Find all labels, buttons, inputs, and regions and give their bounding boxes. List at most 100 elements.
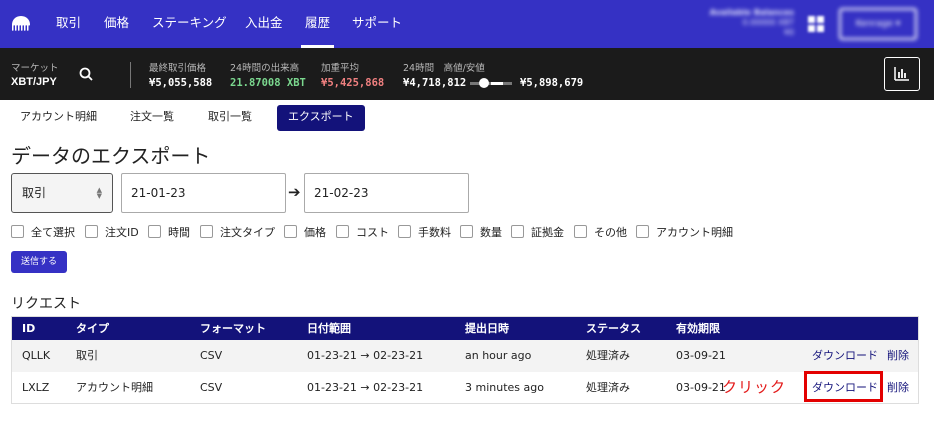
checkbox-label: 手数料: [418, 226, 451, 239]
nav-history[interactable]: 履歴: [300, 0, 335, 48]
nav-staking[interactable]: ステーキング: [152, 0, 227, 48]
checkbox-label: その他: [594, 226, 627, 239]
checkbox-price[interactable]: 価格: [284, 225, 326, 239]
row-expires: 03-09-21: [676, 381, 726, 394]
checkbox-box[interactable]: [85, 225, 98, 238]
click-highlight-box: [804, 371, 883, 402]
checkbox-box[interactable]: [636, 225, 649, 238]
table-header: ID タイプ フォーマット 日付範囲 提出日時 ステータス 有効期限: [12, 317, 918, 340]
checkbox-box[interactable]: [200, 225, 213, 238]
col-date-range: 日付範囲: [307, 322, 351, 335]
row-status: 処理済み: [586, 349, 630, 362]
range-segment: [491, 82, 503, 85]
volume-label: 24時間の出来高: [230, 63, 300, 74]
balance-label: Available Balances: [709, 8, 794, 17]
checkbox-box[interactable]: [460, 225, 473, 238]
checkbox-label: 証拠金: [531, 226, 564, 239]
checkbox-select-all[interactable]: 全て選択: [11, 225, 75, 239]
col-id: ID: [22, 322, 36, 335]
click-annotation-text: クリック: [722, 378, 787, 396]
wavg-label: 加重平均: [321, 63, 360, 74]
nav-support[interactable]: サポート: [352, 0, 402, 48]
checkbox-label: 価格: [304, 226, 326, 239]
last-price-label: 最終取引価格: [149, 63, 207, 74]
ticker-divider: [130, 62, 131, 88]
bar-chart-icon: [894, 67, 909, 81]
checkbox-time[interactable]: 時間: [148, 225, 190, 239]
checkbox-order-id[interactable]: 注文ID: [85, 225, 139, 239]
col-expires: 有効期限: [676, 322, 720, 335]
col-status: ステータス: [586, 322, 641, 335]
account-menu-button[interactable]: Kenrage ▾: [839, 8, 917, 40]
balance-jpy: ¥0: [783, 28, 794, 37]
row-id: QLLK: [22, 349, 51, 362]
row-format: CSV: [200, 381, 223, 394]
volume-value: 21.87008 XBT: [230, 77, 306, 89]
nav-funding[interactable]: 入出金: [245, 0, 283, 48]
checkbox-box[interactable]: [511, 225, 524, 238]
checkbox-label: 数量: [480, 226, 502, 239]
nav-prices[interactable]: 価格: [104, 0, 129, 48]
top-nav: 取引 価格 ステーキング 入出金 履歴 サポート Available Balan…: [0, 0, 934, 48]
row-type: 取引: [76, 349, 98, 362]
wavg-value: ¥5,425,868: [321, 77, 385, 89]
date-from-input[interactable]: 21-01-23: [121, 173, 286, 213]
row-date-range: 01-23-21 → 02-23-21: [307, 349, 424, 362]
row-id: LXLZ: [22, 381, 50, 394]
requests-title: リクエスト: [11, 296, 81, 312]
balance-xbt: 0.00000 XBT: [742, 18, 794, 27]
col-format: フォーマット: [200, 322, 266, 335]
low-value: ¥4,718,812: [403, 77, 467, 89]
ticker-bar: マーケット XBT/JPY 最終取引価格 ¥5,055,588 24時間の出来高…: [0, 48, 934, 100]
row-submitted: an hour ago: [465, 349, 532, 362]
available-balances[interactable]: Available Balances 0.00000 XBT ¥0: [706, 8, 794, 40]
checkbox-label: 時間: [168, 226, 190, 239]
checkbox-label: 注文ID: [105, 226, 139, 239]
checkbox-box[interactable]: [11, 225, 24, 238]
delete-link[interactable]: 削除: [887, 372, 909, 404]
select-arrows-icon: ▲ ▼: [96, 186, 102, 200]
row-date-range: 01-23-21 → 02-23-21: [307, 381, 424, 394]
range-marker: [479, 78, 489, 88]
checkbox-margin[interactable]: 証拠金: [511, 225, 564, 239]
checkbox-volume[interactable]: 数量: [460, 225, 502, 239]
checkbox-label: 注文タイプ: [220, 226, 275, 239]
row-status: 処理済み: [586, 381, 630, 394]
checkbox-box[interactable]: [284, 225, 297, 238]
tab-account-ledger[interactable]: アカウント明細: [20, 105, 97, 131]
market-label: マーケット: [11, 63, 59, 74]
nav-trade[interactable]: 取引: [56, 0, 81, 48]
submit-button[interactable]: 送信する: [11, 251, 67, 273]
grid-icon[interactable]: [807, 15, 825, 33]
export-type-value: 取引: [22, 186, 47, 200]
checkbox-account-ledger[interactable]: アカウント明細: [636, 225, 733, 239]
checkbox-label: アカウント明細: [656, 226, 733, 239]
checkbox-label: 全て選択: [31, 226, 75, 239]
row-expires: 03-09-21: [676, 349, 726, 362]
checkbox-order-type[interactable]: 注文タイプ: [200, 225, 275, 239]
search-icon[interactable]: [79, 67, 93, 81]
checkbox-box[interactable]: [148, 225, 161, 238]
row-type: アカウント明細: [76, 381, 153, 394]
col-type: タイプ: [76, 322, 109, 335]
market-pair[interactable]: XBT/JPY: [11, 76, 57, 88]
checkbox-other[interactable]: その他: [574, 225, 627, 239]
range-label: 24時間 高値/安値: [403, 63, 485, 74]
delete-link[interactable]: 削除: [887, 340, 909, 372]
checkbox-fee[interactable]: 手数料: [398, 225, 451, 239]
kraken-logo-icon[interactable]: [10, 13, 32, 35]
tab-orders[interactable]: 注文一覧: [130, 105, 174, 131]
checkbox-box[interactable]: [398, 225, 411, 238]
high-value: ¥5,898,679: [520, 77, 584, 89]
tab-trades[interactable]: 取引一覧: [208, 105, 252, 131]
export-type-select[interactable]: 取引 ▲ ▼: [11, 173, 113, 213]
chart-toggle-button[interactable]: [884, 57, 920, 91]
date-to-input[interactable]: 21-02-23: [304, 173, 469, 213]
row-format: CSV: [200, 349, 223, 362]
checkbox-box[interactable]: [574, 225, 587, 238]
checkbox-cost[interactable]: コスト: [336, 225, 389, 239]
tab-export[interactable]: エクスポート: [277, 105, 365, 131]
checkbox-box[interactable]: [336, 225, 349, 238]
download-link[interactable]: ダウンロード: [812, 340, 878, 372]
last-price: ¥5,055,588: [149, 77, 213, 89]
